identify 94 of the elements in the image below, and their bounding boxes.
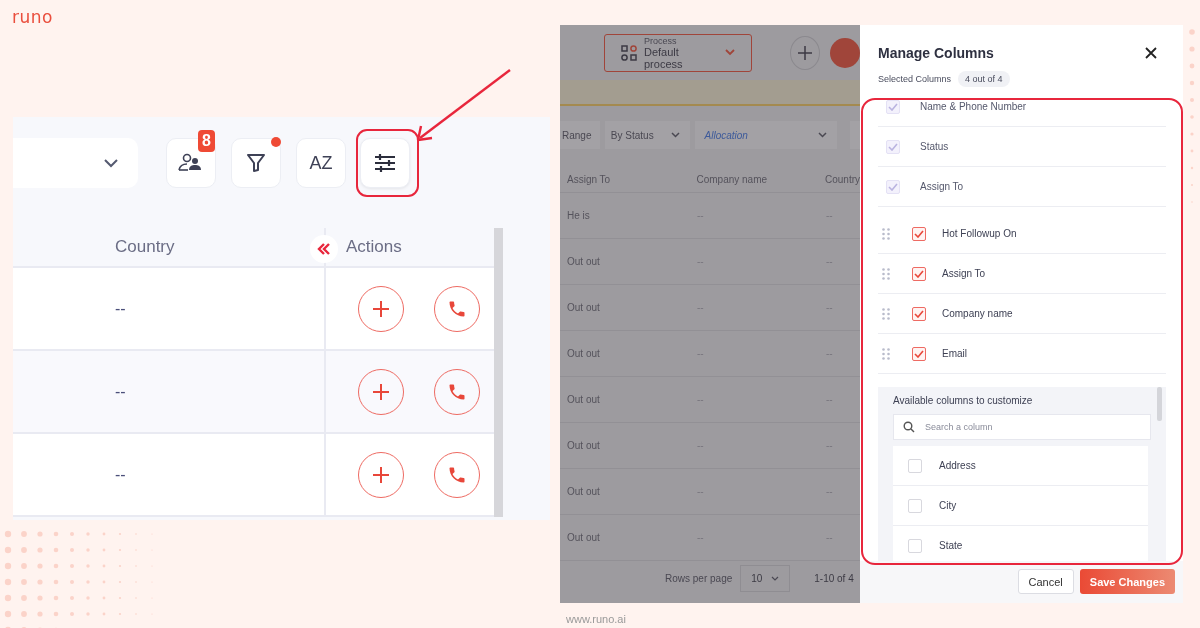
table-cell-text: Out out [566,348,601,359]
table-cell: -- [115,299,126,318]
count-badge: 8 [198,130,215,152]
chevron-down-icon [771,575,780,581]
settings-button[interactable] [360,138,410,188]
table-cell-text: Out out [566,302,601,313]
column-name: Company name [942,308,1013,319]
scrollbar[interactable] [494,228,503,517]
plus-icon [372,465,390,484]
filter-button[interactable] [231,138,281,188]
filter-icon [246,153,266,173]
plus-icon [372,299,390,318]
status-select[interactable]: By Status [604,121,690,149]
rows-per-page-select[interactable]: 10 [740,564,791,592]
column-name: Name & Phone Number [920,101,1027,112]
section-label: Available columns to customize [893,395,1034,406]
table-cell-text: -- [826,256,834,267]
plus-icon [372,382,390,401]
table-cell-text: -- [826,348,834,359]
chevron-down-icon [818,132,828,138]
table-cell-text: -- [697,486,705,497]
page-range: 1-10 of 4 [814,572,854,584]
column-name: State [939,540,963,551]
scrollbar[interactable] [1157,387,1162,421]
close-button[interactable] [1145,47,1157,59]
checkbox[interactable] [912,226,926,241]
table-cell-text: -- [826,440,834,451]
drag-handle-icon[interactable] [882,227,890,240]
table-cell-text: Out out [566,486,601,497]
table-cell-text: Out out [566,440,601,451]
chevron-down-icon [670,132,680,138]
search-icon [903,421,915,433]
table-cell-text: -- [697,210,705,221]
table-cell-text: Out out [566,394,601,405]
table-cell-text: Out out [566,532,601,543]
column-header: Assign To [566,173,612,185]
status-dot [271,137,281,147]
allocation-select[interactable]: Allocation [694,121,838,149]
column-name: Status [920,141,949,152]
filter-field[interactable] [850,121,860,149]
logo: runo [12,7,53,27]
column-name: Address [939,460,976,471]
double-chevron-left-icon [317,243,331,255]
column-name: City [939,500,957,511]
table-cell-text: -- [697,302,705,313]
table-cell-text: -- [826,302,834,313]
column-header: Company name [696,173,769,185]
table-cell: -- [115,465,126,484]
highlight-frame [356,129,419,197]
avatar[interactable] [830,37,860,68]
field-label: Process [644,35,678,46]
range-button[interactable]: Range [560,121,600,149]
table-cell-text: Out out [566,256,601,267]
users-icon [178,153,204,173]
save-button[interactable]: Save Changes [1079,569,1175,594]
rows-per-page-label: Rows per page [665,572,733,584]
checkbox[interactable] [912,346,926,361]
apps-icon [621,44,637,61]
table-cell-text: -- [826,486,834,497]
count-badge: 4 out of 4 [958,71,1010,87]
column-header: Country [825,173,860,185]
chevron-down-icon [725,49,736,56]
column-name: Email [942,348,967,359]
section-label: Selected Columns [878,74,952,84]
table-cell-text: -- [826,394,834,405]
column-name: Assign To [942,268,986,279]
plus-icon [797,44,814,61]
sliders-icon [374,153,396,173]
search-field[interactable]: Search a column [893,414,1151,440]
table-cell-text: He is [566,210,591,221]
sort-button[interactable]: AZ [296,138,346,188]
table-cell: -- [115,382,126,401]
table-cell-text: -- [697,256,705,267]
table-cell-text: -- [697,532,705,543]
drag-handle-icon[interactable] [882,347,890,360]
table-cell-text: -- [697,394,705,405]
panel-title: Manage Columns [878,45,994,61]
checkbox[interactable] [912,266,926,281]
checkbox[interactable] [912,306,926,321]
column-header: Country [115,237,175,257]
field-value: Default process [644,45,684,70]
table-cell-text: -- [826,210,834,221]
drag-handle-icon[interactable] [882,267,890,280]
cancel-button[interactable]: Cancel [1017,569,1074,594]
column-name: Hot Followup On [942,228,1017,239]
drag-handle-icon[interactable] [882,307,890,320]
website-url: www.runo.ai [566,613,626,625]
chevron-down-icon [104,158,118,168]
table-cell-text: -- [697,348,705,359]
table-cell-text: -- [826,532,834,543]
table-cell-text: -- [697,440,705,451]
column-name: Assign To [920,181,964,192]
process-select[interactable]: Process Default process [604,33,753,72]
column-header: Actions [346,237,402,257]
